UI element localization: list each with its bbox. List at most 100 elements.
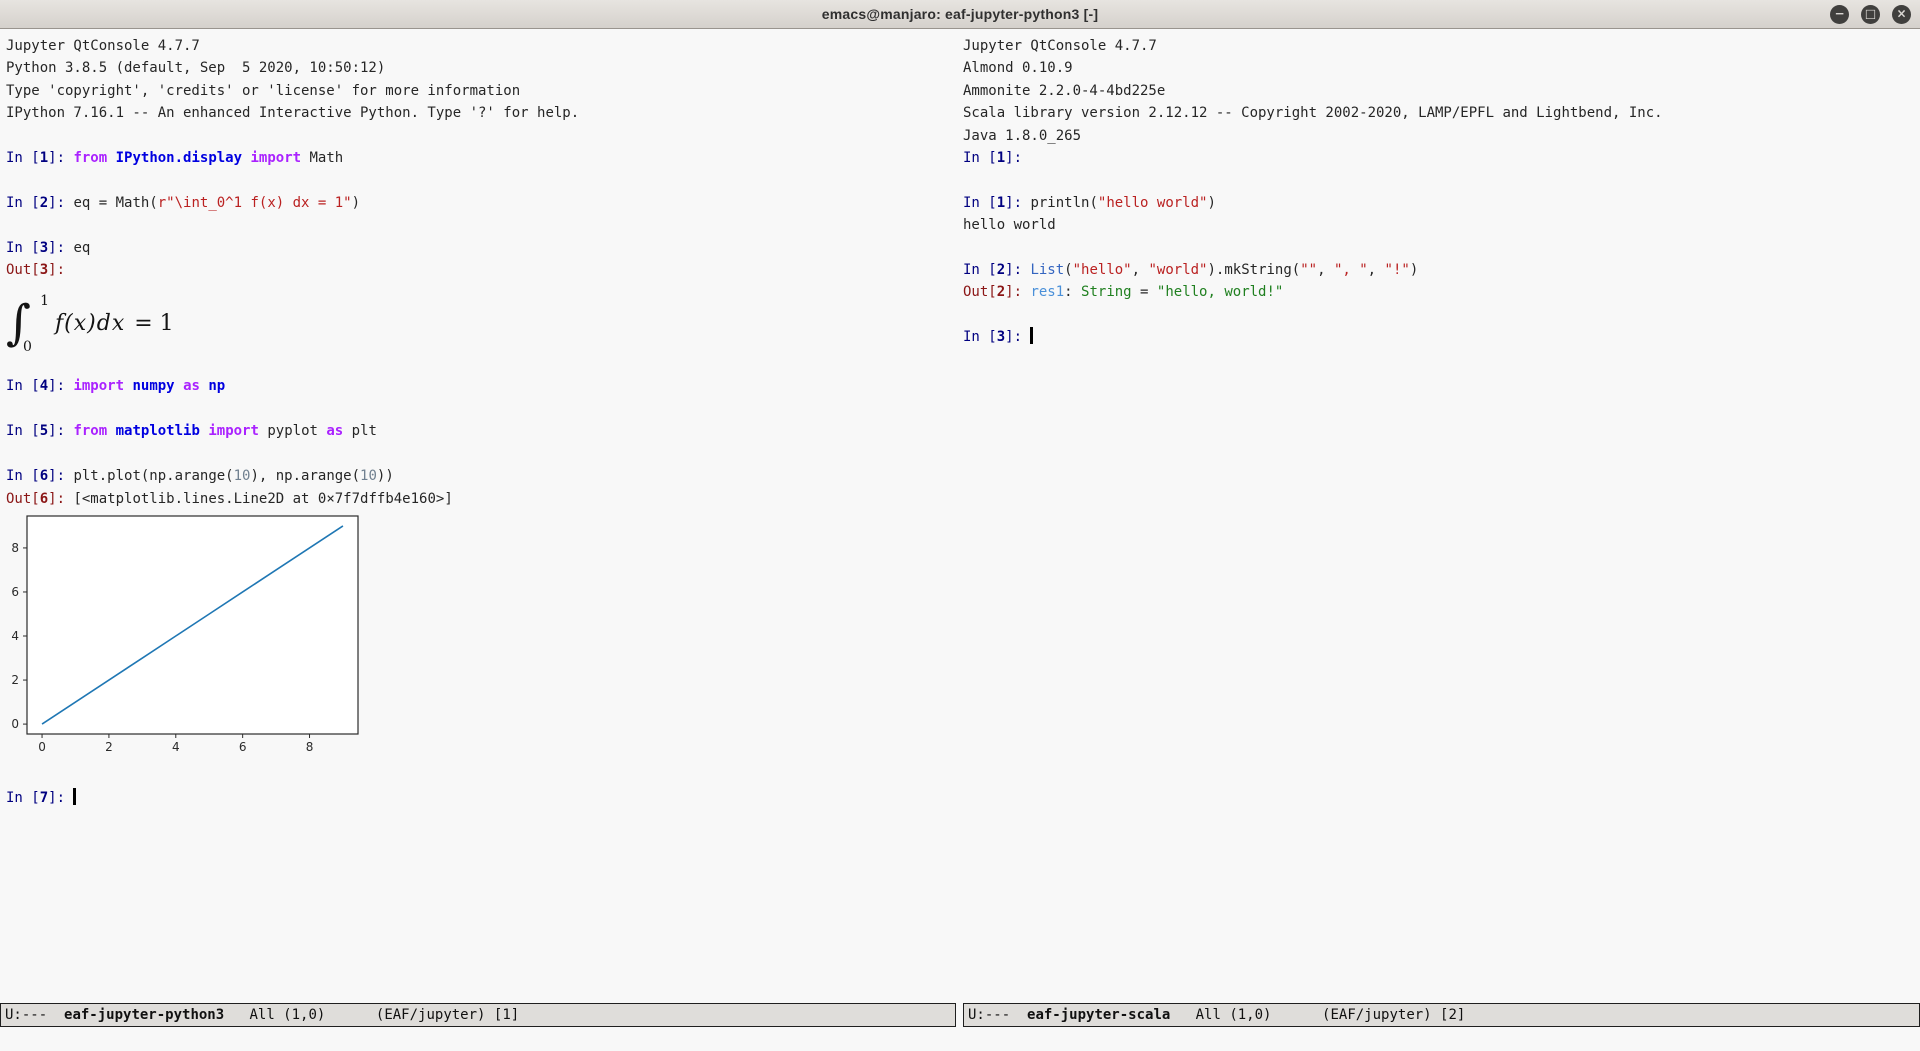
- console-line: Almond 0.10.9: [963, 57, 1920, 79]
- emacs-window: emacs@manjaro: eaf-jupyter-python3 [-] −…: [0, 0, 1920, 1051]
- prompt-in: ]:: [1005, 150, 1022, 166]
- code-text: ,: [1368, 262, 1385, 278]
- console-line: In [5]: from matplotlib import pyplot as…: [6, 420, 957, 442]
- code-text: Jupyter QtConsole 4.7.7: [963, 38, 1157, 54]
- y-tick-label: 4: [11, 629, 19, 643]
- code-text: IPython 7.16.1 -- An enhanced Interactiv…: [6, 105, 579, 121]
- prompt-in: 6: [40, 468, 48, 484]
- console-line: [963, 169, 1920, 191]
- code-text: eq = Math(: [73, 195, 157, 211]
- code-text: Java 1.8.0_265: [963, 128, 1081, 144]
- console-line: [6, 443, 957, 465]
- prompt-in: ]:: [1005, 329, 1030, 345]
- modeline-divider[interactable]: [956, 1003, 963, 1027]
- y-tick-label: 8: [11, 541, 19, 555]
- prompt-in: ]:: [1005, 262, 1030, 278]
- y-tick-label: 2: [11, 673, 19, 687]
- code-text: ,: [1132, 262, 1149, 278]
- modeline-left[interactable]: U:--- eaf-jupyter-python3 All (1,0) (EAF…: [0, 1003, 956, 1027]
- prompt-in: 4: [40, 378, 48, 394]
- module-name: np: [208, 378, 225, 394]
- prompt-in: ]:: [1005, 195, 1030, 211]
- prompt-in: 2: [997, 262, 1005, 278]
- titlebar[interactable]: emacs@manjaro: eaf-jupyter-python3 [-] −…: [0, 0, 1920, 29]
- maximize-icon: □: [1865, 8, 1876, 20]
- integral-sign: ∫10: [6, 302, 47, 345]
- console-line: Jupyter QtConsole 4.7.7: [963, 35, 1920, 57]
- console-line: Out[2]: res1: String = "hello, world!": [963, 281, 1920, 303]
- console-line: In [6]: plt.plot(np.arange(10), np.arang…: [6, 465, 957, 487]
- code-text: (: [1064, 262, 1072, 278]
- number-literal: 10: [360, 468, 377, 484]
- prompt-in: 5: [40, 423, 48, 439]
- prompt-in: In [: [6, 423, 40, 439]
- console-line: In [2]: eq = Math(r"\int_0^1 f(x) dx = 1…: [6, 192, 957, 214]
- module-name: numpy: [132, 378, 174, 394]
- prompt-in: In [: [6, 240, 40, 256]
- console-line: [963, 304, 1920, 326]
- latex-output: ∫10f(x)dx= 1: [6, 291, 957, 355]
- maximize-button[interactable]: □: [1861, 5, 1880, 24]
- prompt-in: ]:: [48, 195, 73, 211]
- code-text: Jupyter QtConsole 4.7.7: [6, 38, 200, 54]
- code-text: [<matplotlib.lines.Line2D at 0×7f7dffb4e…: [73, 491, 452, 507]
- prompt-in: In [: [963, 195, 997, 211]
- code-text: ): [1410, 262, 1418, 278]
- string-literal: "world": [1148, 262, 1207, 278]
- modeline-right[interactable]: U:--- eaf-jupyter-scala All (1,0) (EAF/j…: [963, 1003, 1920, 1027]
- code-text: hello world: [963, 217, 1056, 233]
- console-line: [6, 765, 957, 787]
- code-text: )): [377, 468, 394, 484]
- minimize-button[interactable]: −: [1830, 5, 1849, 24]
- right-console-pane-scala[interactable]: Jupyter QtConsole 4.7.7 Almond 0.10.9 Ammo…: [957, 29, 1920, 1003]
- code-text: Ammonite 2.2.0-4-4bd225e: [963, 83, 1165, 99]
- prompt-out: ]:: [48, 491, 73, 507]
- keyword: import: [73, 378, 124, 394]
- keyword: from: [73, 423, 107, 439]
- keyword: as: [326, 423, 343, 439]
- code-text: res1: [1030, 284, 1064, 300]
- prompt-out: Out[: [6, 491, 40, 507]
- prompt-in: ]:: [48, 468, 73, 484]
- echo-area[interactable]: [0, 1027, 1920, 1051]
- module-name: IPython.display: [116, 150, 242, 166]
- keyword: import: [208, 423, 259, 439]
- text-cursor: [1030, 327, 1033, 344]
- console-line: In [1]:: [963, 147, 1920, 169]
- console-line: Scala library version 2.12.12 -- Copyrig…: [963, 102, 1920, 124]
- code-text: Python 3.8.5 (default, Sep 5 2020, 10:50…: [6, 60, 385, 76]
- code-text: ), np.arange(: [250, 468, 360, 484]
- string-literal: r"\int_0^1 f(x) dx = 1": [158, 195, 352, 211]
- main-area: Jupyter QtConsole 4.7.7 Python 3.8.5 (def…: [0, 29, 1920, 1003]
- console-line: In [3]: eq: [6, 237, 957, 259]
- math-rhs: = 1: [134, 311, 173, 336]
- string-literal: "hello, world!": [1157, 284, 1283, 300]
- close-button[interactable]: ×: [1892, 5, 1911, 24]
- prompt-in: 3: [40, 240, 48, 256]
- prompt-in: 2: [40, 195, 48, 211]
- buffer-name: eaf-jupyter-python3: [64, 1005, 224, 1025]
- prompt-in: 1: [997, 150, 1005, 166]
- console-line: IPython 7.16.1 -- An enhanced Interactiv…: [6, 102, 957, 124]
- keyword: as: [183, 378, 200, 394]
- prompt-out: 3: [40, 262, 48, 278]
- number-literal: 10: [234, 468, 251, 484]
- string-literal: "": [1300, 262, 1317, 278]
- code-text: pyplot: [259, 423, 326, 439]
- code-text: List: [1030, 262, 1064, 278]
- y-tick-label: 6: [11, 585, 19, 599]
- console-line: hello world: [963, 214, 1920, 236]
- prompt-in: 1: [997, 195, 1005, 211]
- x-tick-label: 6: [239, 740, 247, 754]
- prompt-out: ]:: [48, 262, 73, 278]
- prompt-in: 7: [40, 790, 48, 806]
- string-literal: "hello world": [1098, 195, 1208, 211]
- y-tick-label: 0: [11, 717, 19, 731]
- prompt-out: Out[: [963, 284, 997, 300]
- left-console-pane-python[interactable]: Jupyter QtConsole 4.7.7 Python 3.8.5 (def…: [0, 29, 957, 1003]
- console-line: In [1]: from IPython.display import Math: [6, 147, 957, 169]
- code-text: ,: [1317, 262, 1334, 278]
- code-text: eq: [73, 240, 90, 256]
- prompt-in: In [: [6, 195, 40, 211]
- code-text: =: [1132, 284, 1157, 300]
